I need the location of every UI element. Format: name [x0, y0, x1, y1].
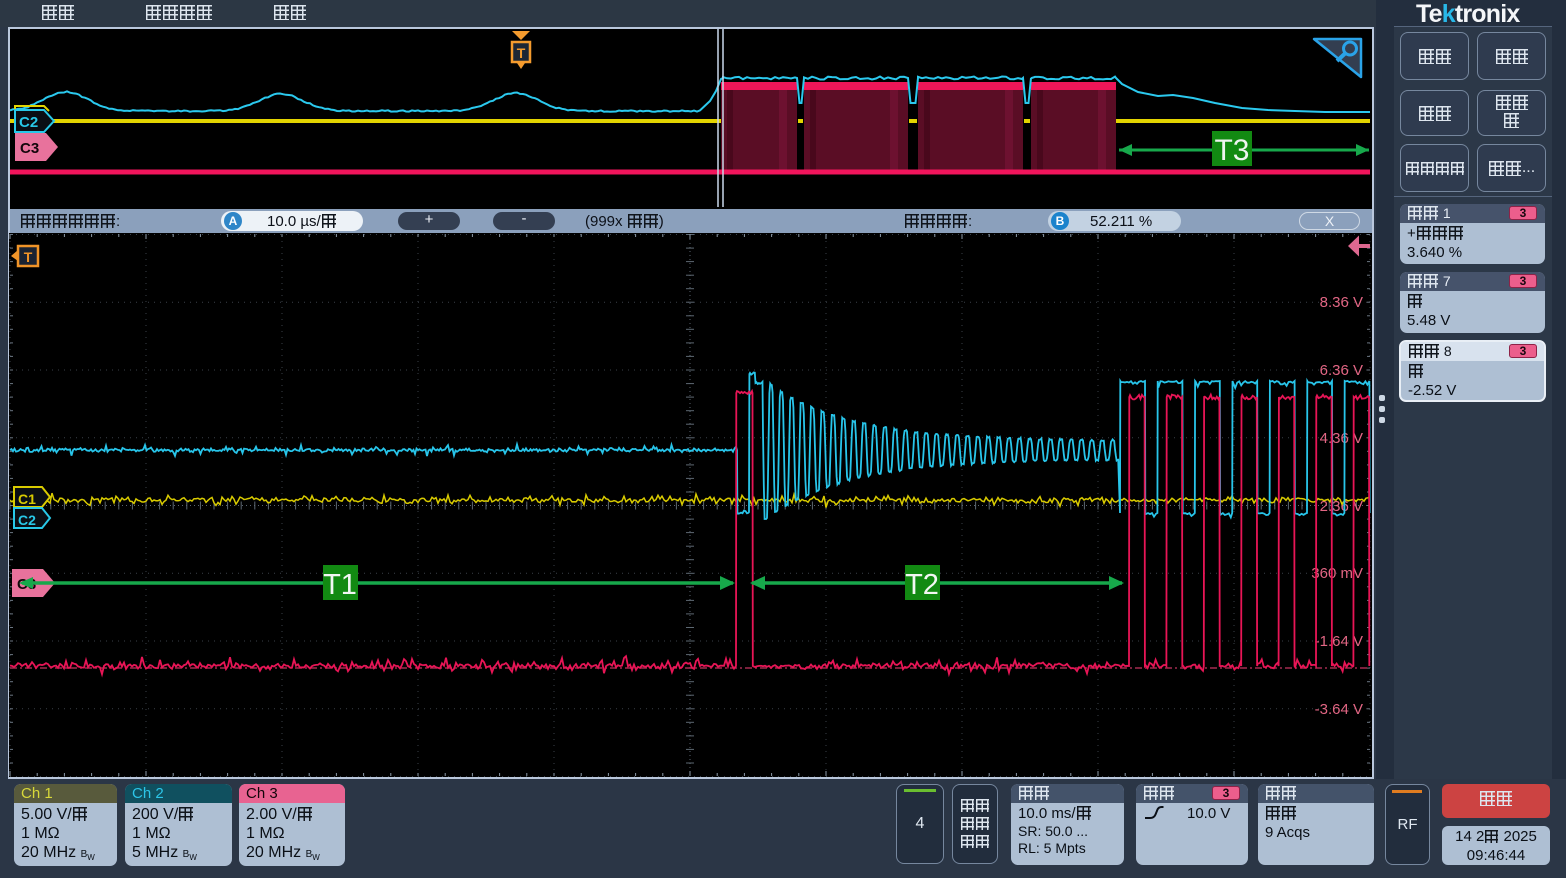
svg-text:4.36 V: 4.36 V	[1320, 430, 1363, 447]
svg-text:-3.64 V: -3.64 V	[1315, 701, 1363, 718]
svg-text:8.36 V: 8.36 V	[1320, 294, 1363, 311]
svg-text:6.36 V: 6.36 V	[1320, 362, 1363, 379]
svg-text:C1: C1	[18, 491, 36, 507]
svg-text:T2: T2	[905, 569, 939, 601]
svg-text:T: T	[517, 45, 526, 61]
svg-text:360 mV: 360 mV	[1311, 565, 1363, 582]
svg-text:C2: C2	[18, 512, 36, 528]
svg-text:C3: C3	[20, 140, 39, 157]
svg-text:T1: T1	[323, 569, 357, 601]
svg-text:C2: C2	[19, 114, 38, 131]
svg-text:T3: T3	[1214, 134, 1249, 167]
svg-text:T: T	[24, 249, 33, 265]
svg-text:-1.64 V: -1.64 V	[1315, 633, 1363, 650]
